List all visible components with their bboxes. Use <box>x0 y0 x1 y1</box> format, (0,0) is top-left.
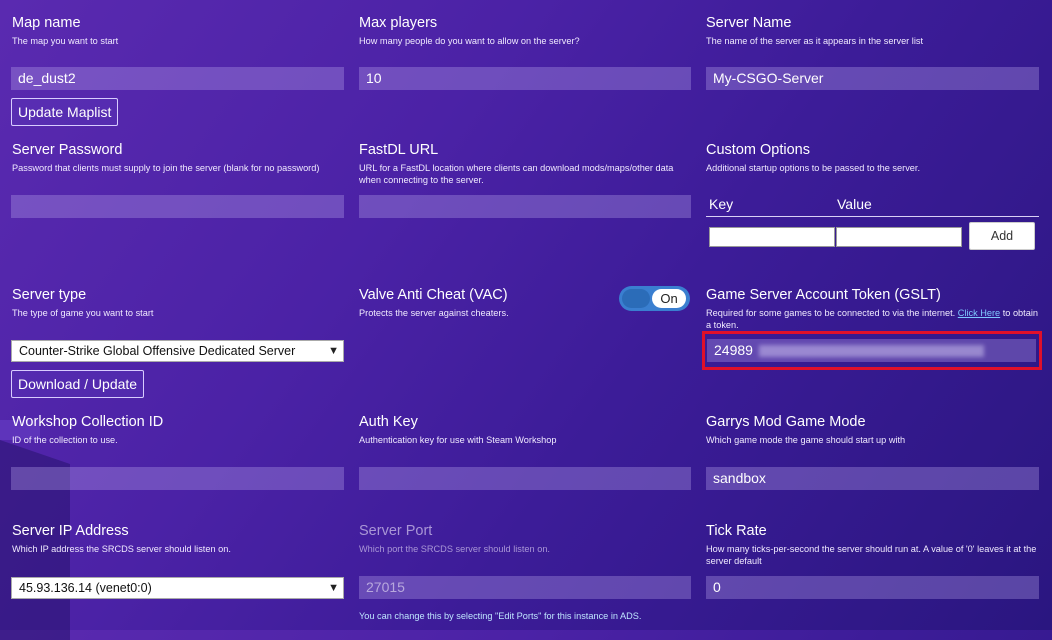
server-ip-section: Server IP Address Which IP address the S… <box>12 522 342 555</box>
server-name-section: Server Name The name of the server as it… <box>706 14 1042 47</box>
gslt-desc: Required for some games to be connected … <box>706 307 1042 331</box>
fastdl-title: FastDL URL <box>359 142 439 158</box>
custom-options-divider <box>706 216 1039 217</box>
server-port-input: 27015 <box>359 576 691 599</box>
custom-options-desc: Additional startup options to be passed … <box>706 163 920 173</box>
toggle-on-label: On <box>652 289 686 308</box>
fastdl-section: FastDL URL URL for a FastDL location whe… <box>359 141 694 186</box>
custom-option-value-input[interactable] <box>836 227 962 247</box>
custom-options-title: Custom Options <box>706 142 810 158</box>
chevron-down-icon: ▼ <box>328 345 339 357</box>
tick-rate-input[interactable]: 0 <box>706 576 1039 599</box>
server-password-section: Server Password Password that clients mu… <box>12 141 347 174</box>
gslt-click-here-link[interactable]: Click Here <box>958 308 1000 318</box>
toggle-knob <box>622 289 650 308</box>
server-name-desc: The name of the server as it appears in … <box>706 36 924 46</box>
server-port-title: Server Port <box>359 523 433 539</box>
max-players-desc: How many people do you want to allow on … <box>359 36 580 46</box>
gslt-value: 24989 <box>714 342 753 358</box>
vac-title: Valve Anti Cheat (VAC) <box>359 287 508 303</box>
tick-rate-title: Tick Rate <box>706 523 767 539</box>
gslt-input[interactable]: 24989 <box>707 339 1036 362</box>
server-name-title: Server Name <box>706 15 792 31</box>
gmod-mode-section: Garrys Mod Game Mode Which game mode the… <box>706 413 1042 446</box>
max-players-title: Max players <box>359 15 438 31</box>
workshop-section: Workshop Collection ID ID of the collect… <box>12 413 342 446</box>
server-ip-desc: Which IP address the SRCDS server should… <box>12 544 231 554</box>
server-password-input[interactable] <box>11 195 344 218</box>
gmod-mode-title: Garrys Mod Game Mode <box>706 414 866 430</box>
server-type-select[interactable]: Counter-Strike Global Offensive Dedicate… <box>11 340 344 362</box>
chevron-down-icon: ▼ <box>328 582 339 594</box>
server-ip-title: Server IP Address <box>12 523 129 539</box>
server-type-desc: The type of game you want to start <box>12 308 154 318</box>
gslt-title: Game Server Account Token (GSLT) <box>706 287 941 303</box>
custom-options-value-header: Value <box>837 196 872 212</box>
gmod-mode-desc: Which game mode the game should start up… <box>706 435 906 445</box>
server-type-title: Server type <box>12 287 87 303</box>
map-name-input[interactable]: de_dust2 <box>11 67 344 90</box>
server-type-section: Server type The type of game you want to… <box>12 286 342 319</box>
update-maplist-button[interactable]: Update Maplist <box>11 98 119 126</box>
server-name-input[interactable]: My-CSGO-Server <box>706 67 1039 90</box>
auth-key-title: Auth Key <box>359 414 418 430</box>
gslt-blurred-token <box>758 345 984 358</box>
max-players-section: Max players How many people do you want … <box>359 14 689 47</box>
workshop-desc: ID of the collection to use. <box>12 435 118 445</box>
workshop-input[interactable] <box>11 467 344 490</box>
fastdl-desc: URL for a FastDL location where clients … <box>359 163 674 185</box>
map-name-section: Map name The map you want to start <box>12 14 342 47</box>
add-option-button[interactable]: Add <box>969 222 1035 250</box>
server-port-desc: Which port the SRCDS server should liste… <box>359 544 550 554</box>
map-name-title: Map name <box>12 15 81 31</box>
vac-section: Valve Anti Cheat (VAC) Protects the serv… <box>359 286 609 319</box>
download-update-button[interactable]: Download / Update <box>11 370 145 398</box>
server-port-section: Server Port Which port the SRCDS server … <box>359 522 689 555</box>
custom-options-key-header: Key <box>709 196 734 212</box>
server-password-title: Server Password <box>12 142 123 158</box>
custom-options-section: Custom Options Additional startup option… <box>706 141 1042 174</box>
auth-key-section: Auth Key Authentication key for use with… <box>359 413 689 446</box>
gslt-desc-prefix: Required for some games to be connected … <box>706 308 958 318</box>
auth-key-desc: Authentication key for use with Steam Wo… <box>359 435 557 445</box>
vac-desc: Protects the server against cheaters. <box>359 308 509 318</box>
server-password-desc: Password that clients must supply to joi… <box>12 163 320 173</box>
server-ip-select[interactable]: 45.93.136.14 (venet0:0) ▼ <box>11 577 344 599</box>
gmod-mode-input[interactable]: sandbox <box>706 467 1039 490</box>
server-type-selected: Counter-Strike Global Offensive Dedicate… <box>19 344 296 358</box>
tick-rate-desc: How many ticks-per-second the server sho… <box>706 544 1037 566</box>
server-port-note: You can change this by selecting "Edit P… <box>359 611 642 621</box>
tick-rate-section: Tick Rate How many ticks-per-second the … <box>706 522 1046 567</box>
gslt-section: Game Server Account Token (GSLT) Require… <box>706 286 1042 331</box>
fastdl-input[interactable] <box>359 195 691 218</box>
workshop-title: Workshop Collection ID <box>12 414 164 430</box>
max-players-input[interactable]: 10 <box>359 67 691 90</box>
vac-toggle[interactable]: On <box>619 286 690 311</box>
server-ip-selected: 45.93.136.14 (venet0:0) <box>19 581 152 595</box>
custom-option-key-input[interactable] <box>709 227 835 247</box>
auth-key-input[interactable] <box>359 467 691 490</box>
map-name-desc: The map you want to start <box>12 36 119 46</box>
